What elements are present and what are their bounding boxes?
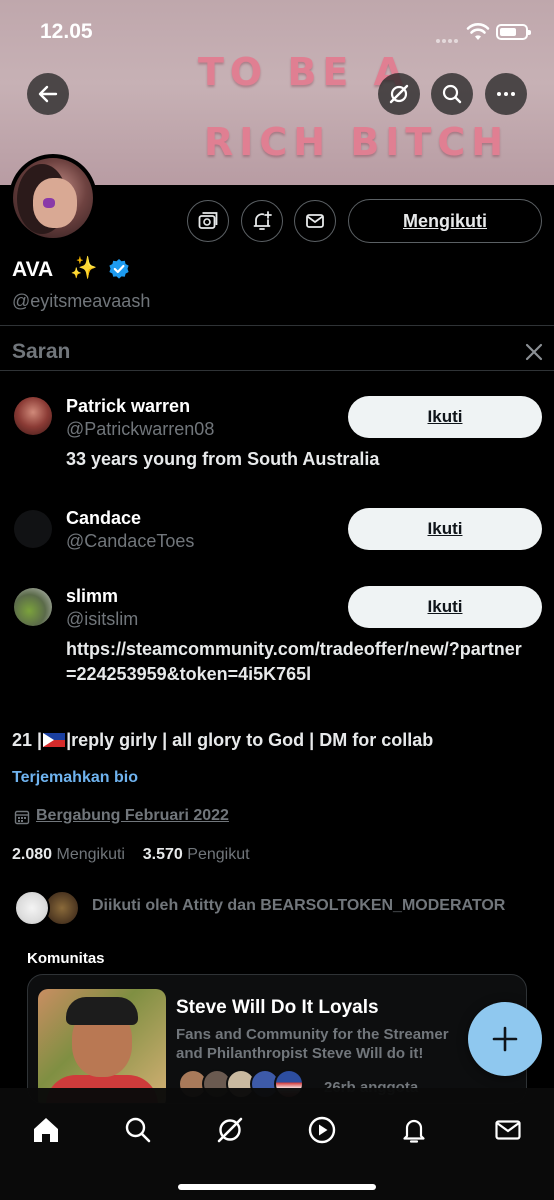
following-stat[interactable]: 2.080 Mengikuti (12, 846, 125, 863)
suggestion-handle: @CandaceToes (66, 531, 195, 551)
back-arrow-icon (38, 85, 58, 103)
profile-avatar[interactable] (9, 154, 97, 242)
followed-by-text[interactable]: Diikuti oleh Atitty dan BEARSOLTOKEN_MOD… (92, 897, 505, 915)
battery-icon (496, 24, 531, 40)
search-icon (442, 84, 462, 104)
profile-bio: 21 | |reply girly | all glory to God | DM… (12, 730, 433, 751)
subscription-icon (198, 212, 218, 229)
joined-date[interactable]: Bergabung Februari 2022 (36, 807, 229, 825)
banner-line-2: RICH BITCH (204, 120, 510, 164)
nav-video[interactable] (298, 1106, 346, 1154)
more-dots-icon (497, 92, 515, 96)
suggestion-avatar[interactable] (14, 510, 52, 548)
follower-avatar[interactable] (14, 890, 50, 926)
status-time: 12.05 (40, 20, 93, 43)
suggestion-bio: 33 years young from South Australia (66, 449, 380, 469)
bell-icon (403, 1119, 425, 1143)
nav-home[interactable] (22, 1106, 70, 1154)
community-description: Fans and Community for the Streamer and … (176, 1025, 516, 1063)
nav-search[interactable] (114, 1106, 162, 1154)
following-label: Mengikuti (56, 846, 125, 863)
bell-plus-icon (253, 211, 272, 230)
suggestions-title: Saran (12, 340, 71, 363)
search-icon (125, 1117, 151, 1143)
followers-label: Pengikut (187, 846, 250, 863)
sparkle-emoji: ✨ (70, 255, 98, 280)
community-name: Steve Will Do It Loyals (176, 997, 379, 1018)
message-button[interactable] (294, 200, 336, 242)
followers-count: 3.570 (142, 846, 183, 863)
grok-button[interactable] (378, 73, 420, 115)
envelope-icon (495, 1120, 521, 1140)
suggestion-avatar[interactable] (14, 397, 52, 435)
divider (0, 370, 554, 371)
nav-grok[interactable] (206, 1106, 254, 1154)
close-icon[interactable] (524, 342, 544, 362)
user-handle: @eyitsmeavaash (12, 291, 151, 311)
followers-stat[interactable]: 3.570 Pengikut (143, 846, 250, 863)
community-description-line: Fans and Community for the Streamer (176, 1026, 449, 1043)
more-options-button[interactable] (485, 73, 527, 115)
suggestion-name[interactable]: Patrick warren (66, 396, 190, 417)
bio-prefix: 21 | (12, 730, 43, 750)
suggestion-name[interactable]: Candace (66, 508, 141, 529)
suggestion-bio-link[interactable]: https://steamcommunity.com/tradeoffer/ne… (66, 637, 526, 687)
suggestion-handle: @isitslim (66, 609, 139, 629)
nav-notifications[interactable] (390, 1106, 438, 1154)
verified-badge-icon (109, 259, 129, 279)
follow-button[interactable]: Ikuti (348, 586, 542, 628)
philippines-flag-icon (43, 733, 66, 747)
follow-button[interactable]: Ikuti (348, 396, 542, 438)
suggestion-avatar[interactable] (14, 588, 52, 626)
community-card[interactable]: Steve Will Do It Loyals Fans and Communi… (27, 974, 527, 1104)
envelope-icon (306, 214, 324, 228)
cellular-signal-icon (436, 30, 462, 43)
status-bar: 12.05 (0, 0, 554, 60)
bio-text: |reply girly | all glory to God | DM for… (66, 730, 434, 750)
calendar-icon (14, 810, 30, 825)
home-icon (34, 1118, 58, 1142)
suggestion-handle: @Patrickwarren08 (66, 419, 215, 439)
divider (0, 325, 554, 326)
plus-icon (492, 1026, 518, 1052)
play-icon (308, 1116, 336, 1144)
nav-messages[interactable] (484, 1106, 532, 1154)
display-name: AVA (12, 258, 54, 281)
community-image (38, 989, 166, 1103)
home-indicator (178, 1184, 376, 1190)
suggestion-name[interactable]: slimm (66, 586, 118, 607)
following-button[interactable]: Mengikuti (348, 199, 542, 243)
communities-title: Komunitas (27, 950, 105, 967)
translate-bio-link[interactable]: Terjemahkan bio (12, 769, 138, 787)
following-count: 2.080 (12, 846, 53, 863)
subscribe-button[interactable] (187, 200, 229, 242)
bottom-navigation (0, 1088, 554, 1200)
notifications-button[interactable] (241, 200, 283, 242)
follow-button[interactable]: Ikuti (348, 508, 542, 550)
compose-button[interactable] (468, 1002, 542, 1076)
grok-icon (389, 84, 409, 104)
community-description-line: and Philanthropist Steve Will do it! (176, 1045, 424, 1062)
grok-icon (217, 1117, 243, 1143)
follow-stats: 2.080 Mengikuti 3.570 Pengikut (12, 846, 250, 864)
search-button[interactable] (431, 73, 473, 115)
wifi-icon (466, 23, 490, 40)
back-button[interactable] (27, 73, 69, 115)
